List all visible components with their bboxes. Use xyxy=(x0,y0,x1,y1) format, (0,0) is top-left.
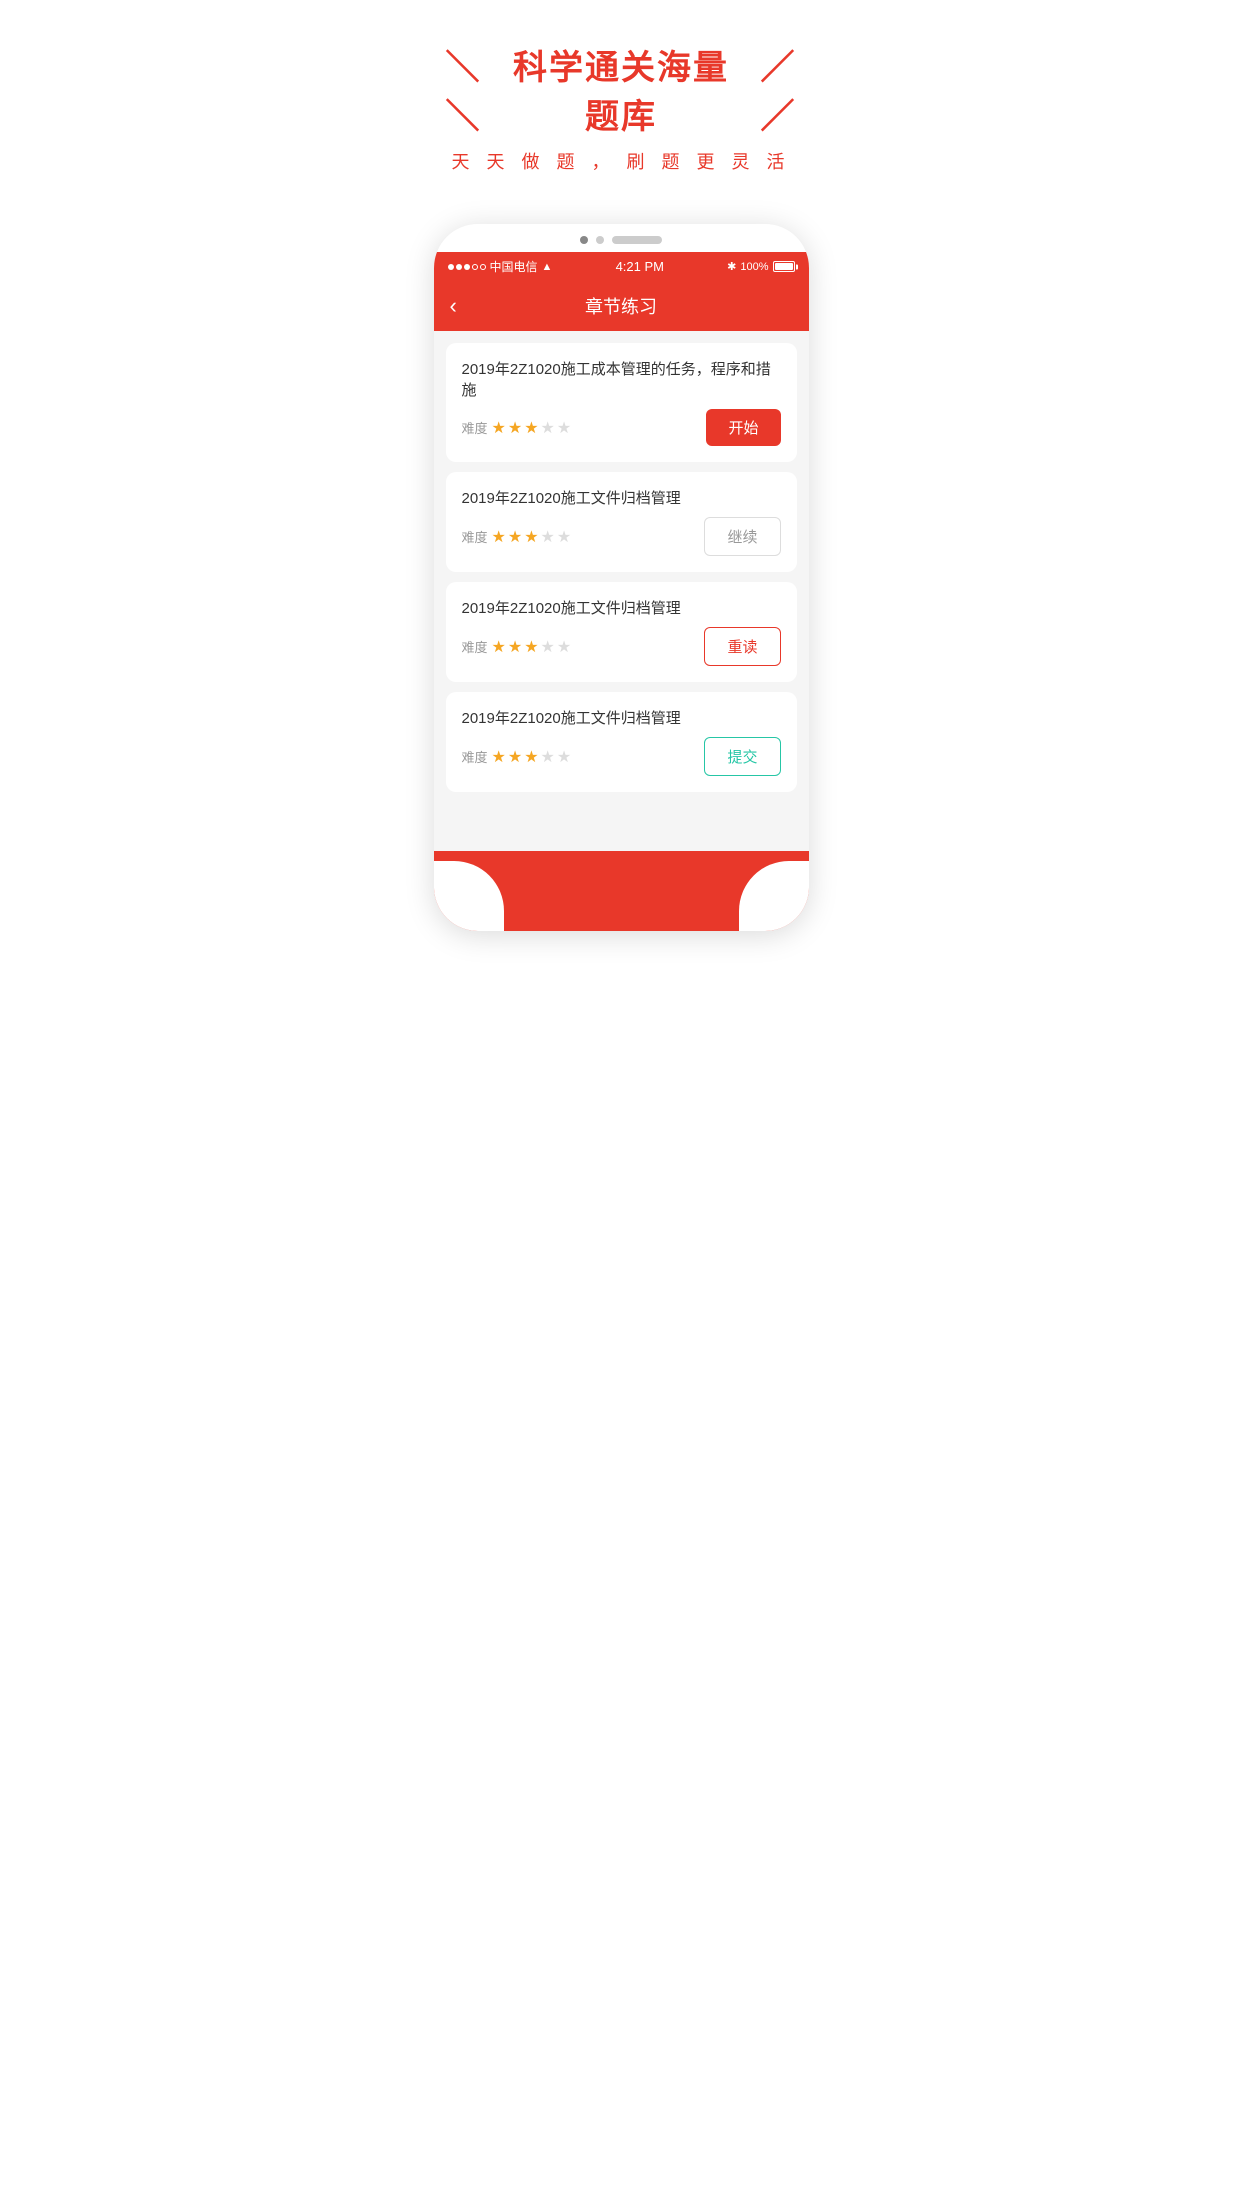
star-2-2: ★ xyxy=(508,527,522,547)
signal-dot-3 xyxy=(464,264,470,270)
card-title-1: 2019年2Z1020施工成本管理的任务，程序和措施 xyxy=(462,359,781,401)
status-left: 中国电信 ▲ xyxy=(448,258,553,275)
difficulty-2: 难度 ★ ★ ★ ★ ★ xyxy=(462,527,572,547)
star-3-4: ★ xyxy=(541,637,555,657)
continue-button-2[interactable]: 继续 xyxy=(704,517,780,556)
star-3-5: ★ xyxy=(557,637,571,657)
difficulty-label-2: 难度 xyxy=(462,527,488,546)
card-bottom-1: 难度 ★ ★ ★ ★ ★ 开始 xyxy=(462,409,781,446)
star-2-3: ★ xyxy=(524,527,538,547)
star-1-3: ★ xyxy=(524,418,538,438)
status-bar: 中国电信 ▲ 4:21 PM ✱ 100% xyxy=(434,252,809,281)
difficulty-label-3: 难度 xyxy=(462,637,488,656)
star-2-4: ★ xyxy=(541,527,555,547)
battery-fill xyxy=(775,263,793,270)
promo-subtitle: 天 天 做 题 ， 刷 题 更 灵 活 xyxy=(434,148,808,174)
battery-body xyxy=(773,261,795,272)
signal-dot-5 xyxy=(480,264,486,270)
star-1-2: ★ xyxy=(508,418,522,438)
promo-title-text: 科学通关海量题库 xyxy=(503,40,739,138)
promo-section: ＼＼ 科学通关海量题库 ／／ 天 天 做 题 ， 刷 题 更 灵 活 xyxy=(414,0,828,204)
battery-percentage: 100% xyxy=(740,261,768,273)
status-right: ✱ 100% xyxy=(727,260,794,273)
nav-bar: ‹ 章节练习 xyxy=(434,281,809,331)
difficulty-label-1: 难度 xyxy=(462,418,488,437)
card-bottom-4: 难度 ★ ★ ★ ★ ★ 提交 xyxy=(462,737,781,776)
submit-button-4[interactable]: 提交 xyxy=(704,737,780,776)
stars-3: ★ ★ ★ ★ ★ xyxy=(492,637,572,657)
signal-dot-2 xyxy=(456,264,462,270)
star-1-4: ★ xyxy=(541,418,555,438)
wifi-icon: ▲ xyxy=(542,261,553,273)
phone-frame: 中国电信 ▲ 4:21 PM ✱ 100% ‹ 章节练习 xyxy=(434,224,809,931)
promo-title: ＼＼ 科学通关海量题库 ／／ xyxy=(434,40,808,138)
signal-dot-4 xyxy=(472,264,478,270)
star-4-2: ★ xyxy=(508,747,522,767)
difficulty-1: 难度 ★ ★ ★ ★ ★ xyxy=(462,418,572,438)
bottom-decoration xyxy=(434,851,809,931)
card-bottom-2: 难度 ★ ★ ★ ★ ★ 继续 xyxy=(462,517,781,556)
star-2-5: ★ xyxy=(557,527,571,547)
card-bottom-3: 难度 ★ ★ ★ ★ ★ 重读 xyxy=(462,627,781,666)
carrier-label: 中国电信 xyxy=(490,258,538,275)
back-button[interactable]: ‹ xyxy=(450,293,457,319)
practice-card-4: 2019年2Z1020施工文件归档管理 难度 ★ ★ ★ ★ ★ 提交 xyxy=(446,692,797,792)
star-2-1: ★ xyxy=(492,527,506,547)
star-4-1: ★ xyxy=(492,747,506,767)
bluetooth-icon: ✱ xyxy=(727,260,736,273)
card-title-2: 2019年2Z1020施工文件归档管理 xyxy=(462,488,781,509)
stars-2: ★ ★ ★ ★ ★ xyxy=(492,527,572,547)
card-title-4: 2019年2Z1020施工文件归档管理 xyxy=(462,708,781,729)
curve-left xyxy=(434,861,504,931)
status-time: 4:21 PM xyxy=(616,259,664,274)
curve-right xyxy=(739,861,809,931)
signal-dot-1 xyxy=(448,264,454,270)
stars-1: ★ ★ ★ ★ ★ xyxy=(492,418,572,438)
phone-speaker xyxy=(612,236,662,244)
phone-container: 中国电信 ▲ 4:21 PM ✱ 100% ‹ 章节练习 xyxy=(414,204,828,931)
card-title-3: 2019年2Z1020施工文件归档管理 xyxy=(462,598,781,619)
practice-card-3: 2019年2Z1020施工文件归档管理 难度 ★ ★ ★ ★ ★ 重读 xyxy=(446,582,797,682)
page-indicator-dot-2 xyxy=(596,236,604,244)
battery-icon xyxy=(773,261,795,272)
difficulty-3: 难度 ★ ★ ★ ★ ★ xyxy=(462,637,572,657)
star-4-3: ★ xyxy=(524,747,538,767)
star-4-4: ★ xyxy=(541,747,555,767)
star-3-3: ★ xyxy=(524,637,538,657)
practice-card-1: 2019年2Z1020施工成本管理的任务，程序和措施 难度 ★ ★ ★ ★ ★ … xyxy=(446,343,797,462)
difficulty-label-4: 难度 xyxy=(462,747,488,766)
practice-card-2: 2019年2Z1020施工文件归档管理 难度 ★ ★ ★ ★ ★ 继续 xyxy=(446,472,797,572)
slash-left-icon: ＼＼ xyxy=(434,40,493,138)
start-button-1[interactable]: 开始 xyxy=(706,409,780,446)
difficulty-4: 难度 ★ ★ ★ ★ ★ xyxy=(462,747,572,767)
nav-title: 章节练习 xyxy=(585,293,657,319)
page-indicator-dot-1 xyxy=(580,236,588,244)
star-3-2: ★ xyxy=(508,637,522,657)
reread-button-3[interactable]: 重读 xyxy=(704,627,780,666)
stars-4: ★ ★ ★ ★ ★ xyxy=(492,747,572,767)
slash-right-icon: ／／ xyxy=(749,40,808,138)
star-1-5: ★ xyxy=(557,418,571,438)
star-1-1: ★ xyxy=(492,418,506,438)
signal-dots xyxy=(448,264,486,270)
phone-top-bar xyxy=(434,224,809,252)
star-3-1: ★ xyxy=(492,637,506,657)
content-area: 2019年2Z1020施工成本管理的任务，程序和措施 难度 ★ ★ ★ ★ ★ … xyxy=(434,331,809,851)
star-4-5: ★ xyxy=(557,747,571,767)
